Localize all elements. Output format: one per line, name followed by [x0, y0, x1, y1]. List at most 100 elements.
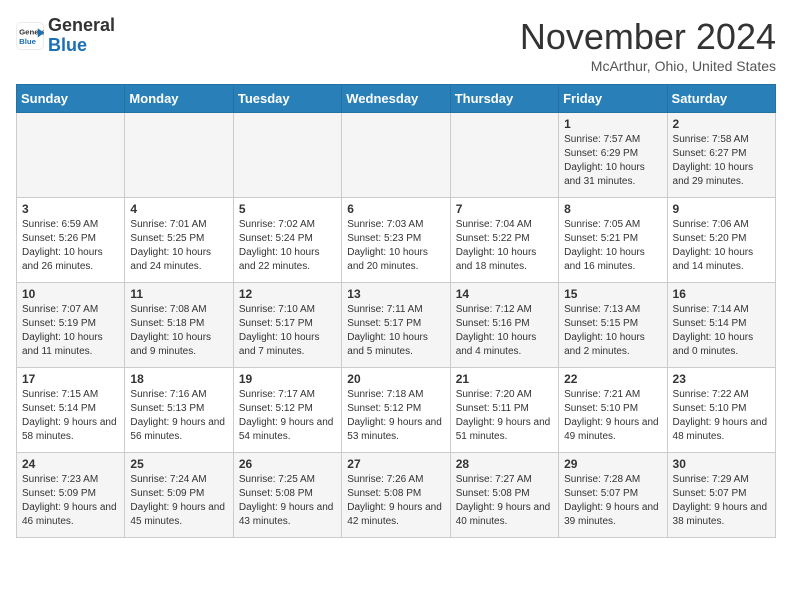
day-number: 23: [673, 372, 770, 386]
calendar-cell: 4 Sunrise: 7:01 AM Sunset: 5:25 PM Daylig…: [125, 198, 233, 283]
day-info: Sunrise: 7:20 AM Sunset: 5:11 PM Dayligh…: [456, 388, 553, 444]
calendar-cell: 23Sunrise: 7:22 AM Sunset: 5:10 PM Dayli…: [667, 368, 775, 453]
week-row-5: 24 Sunrise: 7:23 AM Sunset: 5:09 PM Dayli…: [17, 453, 776, 538]
calendar-cell: 16 Sunrise: 7:14 AM Sunset: 5:14 PM Dayli…: [667, 283, 775, 368]
calendar-cell: 6 Sunrise: 7:03 AM Sunset: 5:23 PM Daylig…: [342, 198, 450, 283]
day-info: Sunrise: 7:02 AM Sunset: 5:24 PM Dayligh…: [239, 218, 336, 274]
calendar-cell: 22 Sunrise: 7:21 AM Sunset: 5:10 PM Dayli…: [559, 368, 667, 453]
day-number: 10: [22, 287, 119, 301]
calendar-cell: 25Sunrise: 7:24 AM Sunset: 5:09 PM Dayli…: [125, 453, 233, 538]
day-number: 9: [673, 202, 770, 216]
calendar-cell: 26Sunrise: 7:25 AM Sunset: 5:08 PM Dayli…: [233, 453, 341, 538]
day-number: 24: [22, 457, 119, 471]
calendar-cell: 27Sunrise: 7:26 AM Sunset: 5:08 PM Dayli…: [342, 453, 450, 538]
day-number: 30: [673, 457, 770, 471]
weekday-header-sunday: Sunday: [17, 85, 125, 113]
calendar-cell: [125, 113, 233, 198]
day-info: Sunrise: 7:21 AM Sunset: 5:10 PM Dayligh…: [564, 388, 661, 444]
day-info: Sunrise: 7:26 AM Sunset: 5:08 PM Dayligh…: [347, 473, 444, 529]
title-block: November 2024 McArthur, Ohio, United Sta…: [520, 16, 776, 74]
calendar-cell: 9 Sunrise: 7:06 AM Sunset: 5:20 PM Daylig…: [667, 198, 775, 283]
day-info: Sunrise: 7:06 AM Sunset: 5:20 PM Dayligh…: [673, 218, 770, 274]
page-header: General Blue General Blue November 2024 …: [16, 16, 776, 74]
calendar-cell: [342, 113, 450, 198]
day-number: 3: [22, 202, 119, 216]
day-info: Sunrise: 7:58 AM Sunset: 6:27 PM Dayligh…: [673, 133, 770, 189]
logo-icon: General Blue: [16, 22, 44, 50]
calendar-table: SundayMondayTuesdayWednesdayThursdayFrid…: [16, 84, 776, 538]
day-number: 6: [347, 202, 444, 216]
week-row-1: 1 Sunrise: 7:57 AM Sunset: 6:29 PM Daylig…: [17, 113, 776, 198]
day-number: 12: [239, 287, 336, 301]
day-number: 28: [456, 457, 553, 471]
calendar-cell: 15 Sunrise: 7:13 AM Sunset: 5:15 PM Dayli…: [559, 283, 667, 368]
calendar-cell: 19Sunrise: 7:17 AM Sunset: 5:12 PM Dayli…: [233, 368, 341, 453]
calendar-cell: 10 Sunrise: 7:07 AM Sunset: 5:19 PM Dayli…: [17, 283, 125, 368]
calendar-cell: 24 Sunrise: 7:23 AM Sunset: 5:09 PM Dayli…: [17, 453, 125, 538]
day-info: Sunrise: 7:07 AM Sunset: 5:19 PM Dayligh…: [22, 303, 119, 359]
day-info: Sunrise: 7:57 AM Sunset: 6:29 PM Dayligh…: [564, 133, 661, 189]
day-number: 16: [673, 287, 770, 301]
weekday-header-monday: Monday: [125, 85, 233, 113]
calendar-cell: 18Sunrise: 7:16 AM Sunset: 5:13 PM Dayli…: [125, 368, 233, 453]
svg-text:Blue: Blue: [19, 37, 37, 46]
calendar-cell: 7Sunrise: 7:04 AM Sunset: 5:22 PM Daylig…: [450, 198, 558, 283]
day-number: 22: [564, 372, 661, 386]
day-info: Sunrise: 7:01 AM Sunset: 5:25 PM Dayligh…: [130, 218, 227, 274]
day-info: Sunrise: 7:29 AM Sunset: 5:07 PM Dayligh…: [673, 473, 770, 529]
day-info: Sunrise: 7:14 AM Sunset: 5:14 PM Dayligh…: [673, 303, 770, 359]
calendar-cell: 14 Sunrise: 7:12 AM Sunset: 5:16 PM Dayli…: [450, 283, 558, 368]
day-info: Sunrise: 7:18 AM Sunset: 5:12 PM Dayligh…: [347, 388, 444, 444]
calendar-cell: 12 Sunrise: 7:10 AM Sunset: 5:17 PM Dayli…: [233, 283, 341, 368]
day-info: Sunrise: 7:03 AM Sunset: 5:23 PM Dayligh…: [347, 218, 444, 274]
calendar-cell: 8 Sunrise: 7:05 AM Sunset: 5:21 PM Daylig…: [559, 198, 667, 283]
calendar-cell: 2 Sunrise: 7:58 AM Sunset: 6:27 PM Daylig…: [667, 113, 775, 198]
day-info: Sunrise: 7:24 AM Sunset: 5:09 PM Dayligh…: [130, 473, 227, 529]
day-number: 8: [564, 202, 661, 216]
logo: General Blue General Blue: [16, 16, 115, 56]
day-number: 11: [130, 287, 227, 301]
day-number: 17: [22, 372, 119, 386]
logo-text: General Blue: [48, 16, 115, 56]
weekday-header-tuesday: Tuesday: [233, 85, 341, 113]
calendar-cell: [17, 113, 125, 198]
calendar-cell: 17Sunrise: 7:15 AM Sunset: 5:14 PM Dayli…: [17, 368, 125, 453]
day-info: Sunrise: 7:16 AM Sunset: 5:13 PM Dayligh…: [130, 388, 227, 444]
week-row-3: 10 Sunrise: 7:07 AM Sunset: 5:19 PM Dayli…: [17, 283, 776, 368]
calendar-cell: 20Sunrise: 7:18 AM Sunset: 5:12 PM Dayli…: [342, 368, 450, 453]
day-info: Sunrise: 7:27 AM Sunset: 5:08 PM Dayligh…: [456, 473, 553, 529]
weekday-header-saturday: Saturday: [667, 85, 775, 113]
calendar-cell: [233, 113, 341, 198]
day-info: Sunrise: 7:13 AM Sunset: 5:15 PM Dayligh…: [564, 303, 661, 359]
day-number: 21: [456, 372, 553, 386]
day-number: 1: [564, 117, 661, 131]
calendar-cell: 1 Sunrise: 7:57 AM Sunset: 6:29 PM Daylig…: [559, 113, 667, 198]
day-info: Sunrise: 7:05 AM Sunset: 5:21 PM Dayligh…: [564, 218, 661, 274]
day-info: Sunrise: 7:25 AM Sunset: 5:08 PM Dayligh…: [239, 473, 336, 529]
calendar-cell: 29Sunrise: 7:28 AM Sunset: 5:07 PM Dayli…: [559, 453, 667, 538]
calendar-cell: 11 Sunrise: 7:08 AM Sunset: 5:18 PM Dayli…: [125, 283, 233, 368]
day-number: 4: [130, 202, 227, 216]
day-number: 14: [456, 287, 553, 301]
calendar-cell: 13Sunrise: 7:11 AM Sunset: 5:17 PM Dayli…: [342, 283, 450, 368]
location: McArthur, Ohio, United States: [520, 58, 776, 74]
day-number: 13: [347, 287, 444, 301]
weekday-header-friday: Friday: [559, 85, 667, 113]
calendar-cell: 28 Sunrise: 7:27 AM Sunset: 5:08 PM Dayli…: [450, 453, 558, 538]
day-info: Sunrise: 7:08 AM Sunset: 5:18 PM Dayligh…: [130, 303, 227, 359]
day-info: Sunrise: 7:10 AM Sunset: 5:17 PM Dayligh…: [239, 303, 336, 359]
day-info: Sunrise: 7:23 AM Sunset: 5:09 PM Dayligh…: [22, 473, 119, 529]
weekday-header-wednesday: Wednesday: [342, 85, 450, 113]
week-row-2: 3 Sunrise: 6:59 AM Sunset: 5:26 PM Daylig…: [17, 198, 776, 283]
day-info: Sunrise: 6:59 AM Sunset: 5:26 PM Dayligh…: [22, 218, 119, 274]
day-info: Sunrise: 7:28 AM Sunset: 5:07 PM Dayligh…: [564, 473, 661, 529]
day-info: Sunrise: 7:12 AM Sunset: 5:16 PM Dayligh…: [456, 303, 553, 359]
day-number: 15: [564, 287, 661, 301]
day-number: 2: [673, 117, 770, 131]
day-info: Sunrise: 7:04 AM Sunset: 5:22 PM Dayligh…: [456, 218, 553, 274]
calendar-cell: [450, 113, 558, 198]
weekday-header-thursday: Thursday: [450, 85, 558, 113]
month-title: November 2024: [520, 16, 776, 58]
day-number: 19: [239, 372, 336, 386]
day-number: 5: [239, 202, 336, 216]
